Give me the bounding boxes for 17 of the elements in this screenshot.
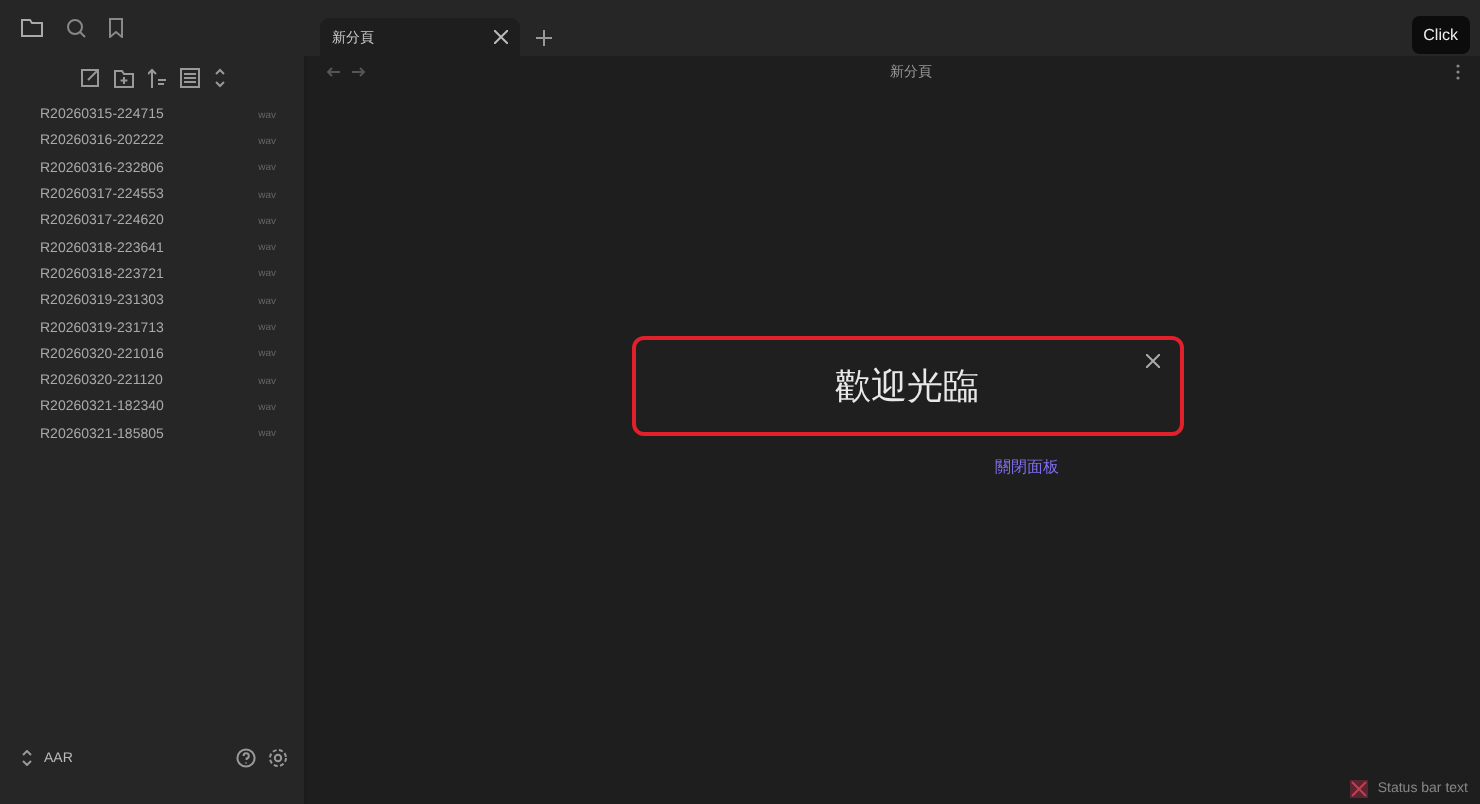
settings-icon[interactable] [268, 748, 288, 768]
close-pane-link[interactable]: 關閉面板 [995, 456, 1059, 478]
folder-plus-icon[interactable] [113, 69, 133, 87]
edit-icon[interactable] [79, 68, 99, 88]
dialog-title: 歡迎光臨 [835, 364, 979, 410]
switch-icon[interactable] [22, 750, 32, 766]
expand-icon[interactable] [213, 68, 225, 88]
bookmark-icon[interactable] [108, 18, 124, 38]
search-icon[interactable] [66, 18, 86, 38]
status-icon [1349, 779, 1368, 797]
help-icon[interactable] [236, 748, 256, 768]
plus-icon[interactable] [536, 29, 552, 45]
close-icon[interactable] [1145, 354, 1159, 368]
close-icon[interactable] [494, 30, 508, 44]
folder-icon[interactable] [20, 18, 44, 38]
tooltip: Click [1411, 16, 1470, 54]
sort-icon[interactable] [147, 68, 165, 88]
